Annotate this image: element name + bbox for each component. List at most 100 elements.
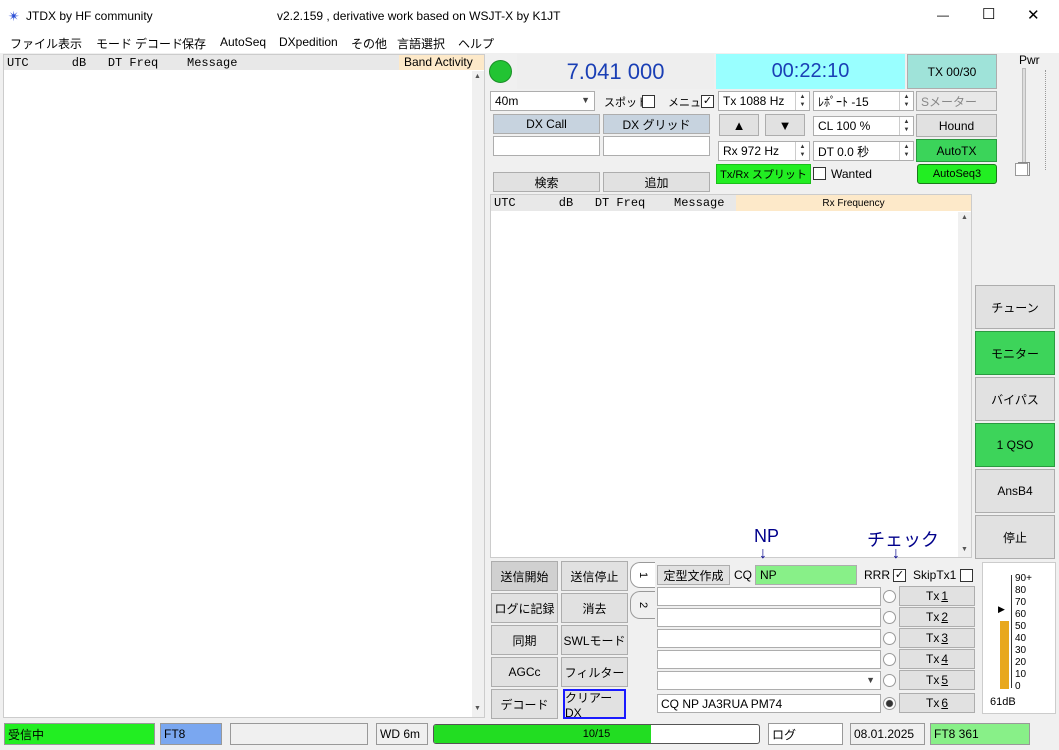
rx-hz-field[interactable]: Rx 972 Hz ▲ ▼ bbox=[718, 141, 810, 161]
skiptx1-checkbox[interactable] bbox=[960, 569, 973, 582]
tx6-button[interactable]: Tx 6 bbox=[899, 693, 975, 713]
chevron-down-icon[interactable]: ▼ bbox=[581, 95, 590, 105]
tx2-prefix: Tx bbox=[925, 610, 940, 624]
freq-up-button[interactable]: ▲ bbox=[719, 114, 759, 136]
tx2-button[interactable]: Tx 2 bbox=[899, 607, 975, 627]
tx4-radio[interactable] bbox=[883, 653, 896, 666]
tab-2[interactable]: 2 bbox=[630, 591, 655, 619]
bypass-button[interactable]: バイパス bbox=[975, 377, 1055, 421]
tx4-message-input[interactable] bbox=[657, 650, 881, 669]
autoseq3-button[interactable]: AutoSeq3 bbox=[917, 164, 997, 184]
stop-button[interactable]: 停止 bbox=[975, 515, 1055, 559]
dt-spin-icon[interactable]: ▲ ▼ bbox=[899, 142, 913, 160]
dt-field[interactable]: DT 0.0 秒 ▲ ▼ bbox=[813, 141, 914, 161]
rrr-checkbox[interactable]: ✓ bbox=[893, 569, 906, 582]
menu-checkbox[interactable]: ✓ bbox=[701, 95, 714, 108]
close-icon[interactable]: ✕ bbox=[1027, 6, 1040, 24]
monitor-button[interactable]: モニター bbox=[975, 331, 1055, 375]
cl-spin-icon[interactable]: ▲ ▼ bbox=[899, 117, 913, 135]
mode-status: FT8 bbox=[160, 723, 222, 745]
dx-call-button[interactable]: DX Call bbox=[493, 114, 600, 134]
tx2-radio[interactable] bbox=[883, 611, 896, 624]
std-msg-button[interactable]: 定型文作成 bbox=[657, 565, 730, 585]
sync-button[interactable]: 同期 bbox=[491, 625, 558, 655]
tx-counter-button[interactable]: TX 00/30 bbox=[907, 54, 997, 89]
tx4-button[interactable]: Tx 4 bbox=[899, 649, 975, 669]
menu-mode[interactable]: モード bbox=[96, 35, 132, 52]
tx5-message-input[interactable]: ▼ bbox=[657, 671, 881, 690]
tab-1[interactable]: 1 bbox=[630, 562, 655, 588]
receiving-label: 受信中 bbox=[8, 727, 45, 742]
txrx-split-button[interactable]: Tx/Rx スプリット bbox=[716, 164, 811, 184]
tx6-radio[interactable] bbox=[883, 697, 896, 710]
tx5-radio[interactable] bbox=[883, 674, 896, 687]
tx-start-button[interactable]: 送信開始 bbox=[491, 561, 558, 591]
tx-hz-field[interactable]: Tx 1088 Hz ▲ ▼ bbox=[718, 91, 810, 111]
scroll-down-icon[interactable]: ▼ bbox=[961, 546, 968, 553]
dx-call-input[interactable] bbox=[493, 136, 600, 156]
tune-button[interactable]: チューン bbox=[975, 285, 1055, 329]
minimize-icon[interactable]: — bbox=[937, 8, 949, 22]
swl-mode-button[interactable]: SWLモード bbox=[561, 625, 628, 655]
log-status[interactable]: ログ bbox=[768, 723, 843, 745]
menu-decode[interactable]: デコード bbox=[135, 35, 183, 52]
tx1-message-input[interactable] bbox=[657, 587, 881, 606]
band-activity-columns: UTC dB DT Freq Message bbox=[7, 56, 238, 70]
dx-grid-input[interactable] bbox=[603, 136, 710, 156]
menu-view[interactable]: 表示 bbox=[58, 35, 82, 52]
hound-button[interactable]: Hound bbox=[916, 114, 997, 137]
add-button[interactable]: 追加 bbox=[603, 172, 710, 192]
tx3-message-input[interactable] bbox=[657, 629, 881, 648]
menu-file[interactable]: ファイル bbox=[10, 35, 58, 52]
status-led bbox=[489, 60, 512, 83]
clear-dx-button[interactable]: クリアーDX bbox=[563, 689, 626, 720]
rx-frequency-panel: UTC dB DT Freq Message Rx Frequency ▲ ▼ bbox=[490, 194, 972, 558]
erase-button[interactable]: 消去 bbox=[561, 593, 628, 623]
tx5-button[interactable]: Tx 5 bbox=[899, 670, 975, 690]
one-qso-button[interactable]: 1 QSO bbox=[975, 423, 1055, 467]
tx3-radio[interactable] bbox=[883, 632, 896, 645]
menu-autoseq[interactable]: AutoSeq bbox=[220, 35, 266, 49]
menu-dxpedition[interactable]: DXpedition bbox=[279, 35, 338, 49]
band-activity-scrollbar[interactable]: ▲ ▼ bbox=[472, 71, 484, 717]
dx-grid-button[interactable]: DX グリッド bbox=[603, 114, 710, 134]
report-field[interactable]: ﾚﾎﾟｰﾄ -15 ▲ ▼ bbox=[813, 91, 914, 111]
menu-other[interactable]: その他 bbox=[351, 35, 387, 52]
wanted-checkbox[interactable] bbox=[813, 167, 826, 180]
chevron-down-icon[interactable]: ▼ bbox=[866, 675, 875, 685]
cl-field[interactable]: CL 100 % ▲ ▼ bbox=[813, 116, 914, 136]
band-select[interactable]: 40m ▼ bbox=[490, 91, 595, 111]
scroll-up-icon[interactable]: ▲ bbox=[961, 214, 968, 221]
cq-input[interactable]: NP bbox=[755, 565, 857, 585]
pwr-checkbox[interactable] bbox=[1015, 163, 1028, 176]
tx-stop-button[interactable]: 送信停止 bbox=[561, 561, 628, 591]
menu-help[interactable]: ヘルプ bbox=[458, 35, 494, 52]
tx1-button[interactable]: Tx 1 bbox=[899, 586, 975, 606]
rx-frequency-scrollbar[interactable]: ▲ ▼ bbox=[958, 212, 971, 557]
scroll-up-icon[interactable]: ▲ bbox=[474, 73, 481, 80]
tx3-button[interactable]: Tx 3 bbox=[899, 628, 975, 648]
pwr-slider[interactable] bbox=[1018, 68, 1030, 178]
decode-button[interactable]: デコード bbox=[491, 689, 558, 719]
pwr-label: Pwr bbox=[1019, 53, 1040, 67]
agcc-button[interactable]: AGCc bbox=[491, 657, 558, 687]
filter-button[interactable]: フィルター bbox=[561, 657, 628, 687]
menu-save[interactable]: 保存 bbox=[182, 35, 206, 52]
menu-language[interactable]: 言語選択 bbox=[397, 35, 445, 52]
tx6-message-input[interactable]: CQ NP JA3RUA PM74 bbox=[657, 694, 881, 713]
tx2-message-input[interactable] bbox=[657, 608, 881, 627]
maximize-icon[interactable]: ☐ bbox=[982, 5, 995, 23]
report-spin-icon[interactable]: ▲ ▼ bbox=[899, 92, 913, 110]
tx-hz-spin-icon[interactable]: ▲ ▼ bbox=[795, 92, 809, 110]
band-activity-title-tab: Band Activity bbox=[399, 55, 484, 70]
autotx-button[interactable]: AutoTX bbox=[916, 139, 997, 162]
freq-down-button[interactable]: ▼ bbox=[765, 114, 805, 136]
log-qso-button[interactable]: ログに記録 bbox=[491, 593, 558, 623]
search-button[interactable]: 検索 bbox=[493, 172, 600, 192]
spot-checkbox[interactable] bbox=[642, 95, 655, 108]
monitor-label: モニター bbox=[990, 346, 1039, 361]
ansb4-button[interactable]: AnsB4 bbox=[975, 469, 1055, 513]
scroll-down-icon[interactable]: ▼ bbox=[474, 705, 481, 712]
rx-hz-spin-icon[interactable]: ▲ ▼ bbox=[795, 142, 809, 160]
tx1-radio[interactable] bbox=[883, 590, 896, 603]
